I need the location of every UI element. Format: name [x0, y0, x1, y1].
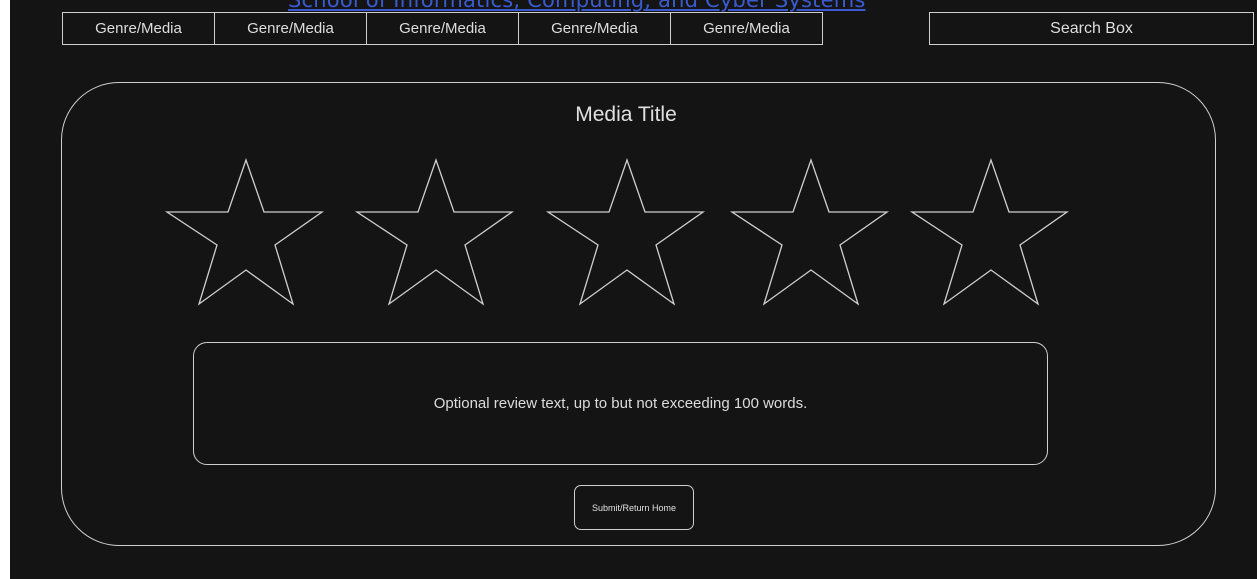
star-3-icon[interactable]: [545, 158, 706, 306]
review-textarea[interactable]: Optional review text, up to but not exce…: [193, 342, 1048, 465]
star-5-icon[interactable]: [909, 158, 1070, 306]
submit-return-home-button[interactable]: Submit/Return Home: [574, 485, 694, 530]
wireframe-canvas: School of Informatics, Computing, and Cy…: [10, 0, 1257, 579]
star-1-icon[interactable]: [164, 158, 325, 306]
star-4-icon[interactable]: [729, 158, 890, 306]
star-2-icon[interactable]: [354, 158, 515, 306]
